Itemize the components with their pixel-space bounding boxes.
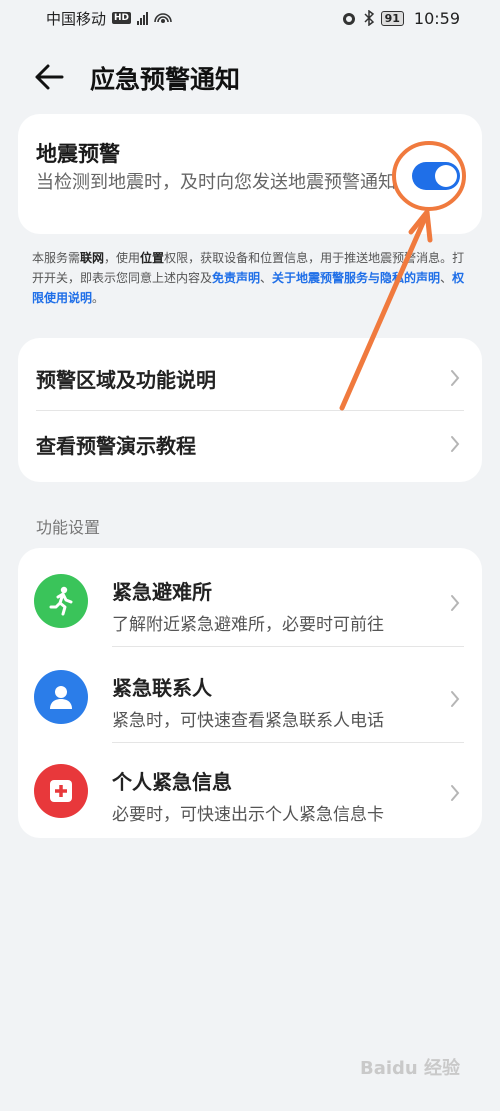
list-item-shelter[interactable]: 紧急避难所 了解附近紧急避难所，必要时可前往 <box>18 552 482 648</box>
notice-text: 。 <box>92 291 105 305</box>
earthquake-alert-card: 地震预警 当检测到地震时，及时向您发送地震预警通知 <box>18 114 482 234</box>
feature-description: 必要时，可快速出示个人紧急信息卡 <box>112 805 384 825</box>
function-settings-card: 紧急避难所 了解附近紧急避难所，必要时可前往 紧急联系人 紧急时，可快速查看紧急… <box>18 548 482 838</box>
watermark: Baidu 经验 <box>360 1058 461 1079</box>
feature-title: 紧急联系人 <box>112 676 212 700</box>
chevron-right-icon <box>451 436 460 452</box>
chevron-right-icon <box>451 691 460 707</box>
feature-title: 个人紧急信息 <box>112 770 232 794</box>
divider <box>112 646 464 647</box>
page-title: 应急预警通知 <box>90 65 241 94</box>
list-item-emergency-contacts[interactable]: 紧急联系人 紧急时，可快速查看紧急联系人电话 <box>18 648 482 744</box>
person-icon <box>34 670 88 724</box>
notice-separator: 、 <box>260 271 273 285</box>
feature-description: 了解附近紧急避难所，必要时可前往 <box>112 615 384 635</box>
chevron-right-icon <box>451 370 460 386</box>
chevron-right-icon <box>451 785 460 801</box>
back-arrow-icon[interactable] <box>32 62 66 92</box>
list-item-personal-emergency-info[interactable]: 个人紧急信息 必要时，可快速出示个人紧急信息卡 <box>18 742 482 838</box>
list-item-alert-area[interactable]: 预警区域及功能说明 <box>18 342 482 414</box>
notice-text: ，使用 <box>104 251 141 265</box>
earthquake-alert-toggle[interactable] <box>412 162 460 190</box>
notice-network: 联网 <box>80 251 105 265</box>
service-notice: 本服务需联网，使用位置权限，获取设备和位置信息，用于推送地震预警消息。打开开关，… <box>32 248 472 308</box>
section-label: 功能设置 <box>36 518 101 537</box>
feature-description: 紧急时，可快速查看紧急联系人电话 <box>112 711 384 731</box>
header: 应急预警通知 <box>0 48 500 104</box>
bluetooth-icon <box>364 10 374 26</box>
clock: 10:59 <box>413 8 460 28</box>
alarm-icon <box>342 13 355 25</box>
medical-cross-icon <box>34 764 88 818</box>
chevron-right-icon <box>451 595 460 611</box>
running-person-icon <box>34 574 88 628</box>
toggle-knob <box>435 165 457 187</box>
earthquake-alert-description: 当检测到地震时，及时向您发送地震预警通知 <box>36 172 396 193</box>
privacy-statement-link[interactable]: 关于地震预警服务与隐私的声明 <box>272 271 440 285</box>
disclaimer-link[interactable]: 免责声明 <box>212 271 260 285</box>
hd-badge: HD <box>112 12 132 24</box>
hotspot-icon <box>154 13 172 23</box>
battery-icon: 91 <box>380 10 404 26</box>
status-bar: 中国移动 HD 91 10:59 <box>0 0 500 36</box>
feature-title: 紧急避难所 <box>112 580 212 604</box>
list-item-label: 查看预警演示教程 <box>36 434 196 458</box>
carrier-name: 中国移动 <box>46 9 107 28</box>
notice-location: 位置 <box>140 251 165 265</box>
list-item-label: 预警区域及功能说明 <box>36 368 216 392</box>
signal-icon <box>137 11 149 25</box>
notice-text: 本服务需 <box>32 251 81 265</box>
notice-separator: 、 <box>440 271 453 285</box>
list-item-demo-tutorial[interactable]: 查看预警演示教程 <box>18 408 482 480</box>
earthquake-alert-title: 地震预警 <box>36 142 120 166</box>
info-card: 预警区域及功能说明 查看预警演示教程 <box>18 338 482 482</box>
